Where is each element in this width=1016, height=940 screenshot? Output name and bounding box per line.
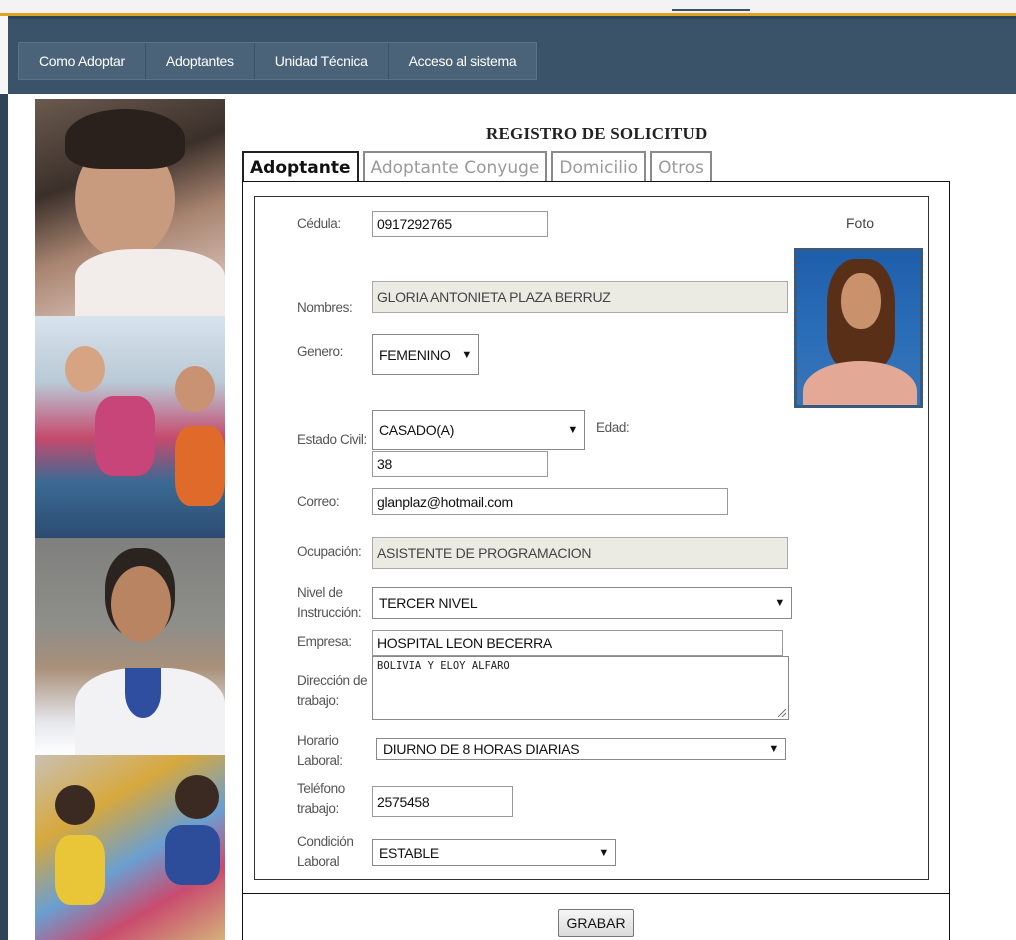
estado-civil-dropdown-icon: ▼	[567, 424, 578, 436]
side-photo-baby	[35, 99, 225, 316]
menu-como-adoptar[interactable]: Como Adoptar	[19, 43, 146, 79]
genero-select[interactable]: FEMENINO ▼	[372, 334, 479, 375]
nivel-instruccion-value: TERCER NIVEL	[379, 595, 478, 611]
condicion-laboral-label-line2: Laboral	[297, 854, 340, 869]
horario-laboral-dropdown-icon: ▼	[768, 743, 779, 755]
tab-domicilio[interactable]: Domicilio	[551, 151, 647, 183]
direccion-trabajo-value: BOLIVIA Y ELOY ALFARO	[377, 660, 510, 672]
edad-label: Edad:	[596, 420, 630, 435]
menu-acceso-sistema[interactable]: Acceso al sistema	[389, 43, 537, 79]
ocupacion-input[interactable]: ASISTENTE DE PROGRAMACION	[372, 537, 788, 569]
nombres-input[interactable]: GLORIA ANTONIETA PLAZA BERRUZ	[372, 281, 788, 313]
applicant-photo[interactable]	[794, 248, 923, 408]
nivel-instruccion-label-line2: Instrucción:	[297, 605, 362, 620]
correo-label: Correo:	[297, 494, 340, 509]
direccion-trabajo-textarea[interactable]: BOLIVIA Y ELOY ALFARO	[372, 656, 789, 720]
menu-unidad-tecnica[interactable]: Unidad Técnica	[255, 43, 389, 79]
ocupacion-label: Ocupación:	[297, 544, 362, 559]
form-title: REGISTRO DE SOLICITUD	[486, 124, 708, 143]
horario-laboral-value: DIURNO DE 8 HORAS DIARIAS	[383, 741, 580, 757]
nivel-instruccion-dropdown-icon: ▼	[774, 597, 785, 609]
telefono-trabajo-label-line2: trabajo:	[297, 801, 339, 816]
nombres-label: Nombres:	[297, 300, 353, 315]
estado-civil-select[interactable]: CASADO(A) ▼	[372, 410, 585, 450]
left-edge-bar	[0, 94, 8, 940]
cedula-label: Cédula:	[297, 216, 341, 231]
condicion-laboral-value: ESTABLE	[379, 844, 439, 861]
grabar-button[interactable]: GRABAR	[558, 909, 634, 937]
side-photo-boy	[35, 538, 225, 755]
estado-civil-label: Estado Civil:	[297, 432, 367, 447]
main-menu: Como Adoptar Adoptantes Unidad Técnica A…	[18, 42, 538, 80]
condicion-laboral-label-line1: Condición	[297, 834, 354, 849]
cedula-input[interactable]: 0917292765	[372, 211, 548, 237]
genero-label: Genero:	[297, 344, 343, 359]
telefono-trabajo-label-line1: Teléfono	[297, 781, 345, 796]
genero-dropdown-icon: ▼	[461, 348, 472, 361]
tab-adoptante-conyuge[interactable]: Adoptante Conyuge	[362, 151, 548, 183]
top-strip	[0, 0, 1016, 14]
edad-input[interactable]: 38	[372, 451, 548, 477]
form-tabs: Adoptante Adoptante Conyuge Domicilio Ot…	[242, 151, 712, 183]
empresa-label: Empresa:	[297, 634, 352, 649]
top-navbar: Como Adoptar Adoptantes Unidad Técnica A…	[8, 16, 1016, 94]
menu-adoptantes[interactable]: Adoptantes	[146, 43, 255, 79]
nivel-instruccion-select[interactable]: TERCER NIVEL ▼	[372, 587, 792, 619]
resize-grip-icon[interactable]	[778, 709, 786, 717]
correo-input[interactable]: glanplaz@hotmail.com	[372, 488, 728, 515]
condicion-laboral-select[interactable]: ESTABLE ▼	[372, 839, 616, 866]
horario-laboral-label-line1: Horario	[297, 733, 339, 748]
side-photo-puzzle	[35, 755, 225, 940]
horario-laboral-select[interactable]: DIURNO DE 8 HORAS DIARIAS ▼	[376, 738, 786, 760]
horario-laboral-label-line2: Laboral:	[297, 753, 343, 768]
nivel-instruccion-label-line1: Nivel de	[297, 585, 343, 600]
tab-otros[interactable]: Otros	[650, 151, 712, 183]
foto-label: Foto	[846, 215, 875, 231]
condicion-laboral-dropdown-icon: ▼	[598, 846, 609, 859]
tab-adoptante[interactable]: Adoptante	[242, 151, 359, 183]
side-photo-children-playing	[35, 316, 225, 538]
genero-value: FEMENINO	[379, 346, 451, 363]
direccion-trabajo-label-line1: Dirección de	[297, 673, 368, 688]
estado-civil-value: CASADO(A)	[379, 422, 455, 438]
telefono-trabajo-input[interactable]: 2575458	[372, 786, 513, 817]
empresa-input[interactable]: HOSPITAL LEON BECERRA	[372, 630, 783, 656]
direccion-trabajo-label-line2: trabajo:	[297, 693, 339, 708]
